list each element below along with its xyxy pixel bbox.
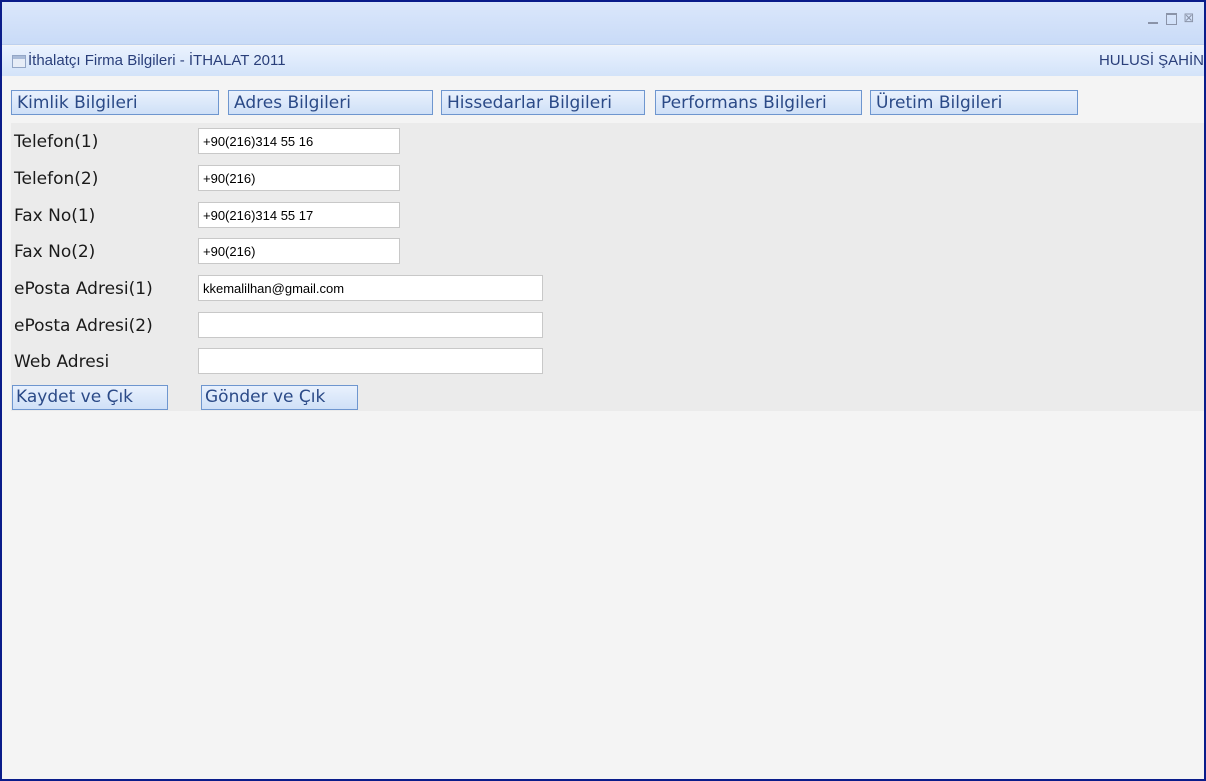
eposta-2-input[interactable] — [198, 312, 543, 338]
save-and-exit-button[interactable]: Kaydet ve Çık — [12, 385, 168, 410]
maximize-icon[interactable] — [1164, 12, 1178, 26]
app-window: ⊠ İthalatçı Firma Bilgileri - İTHALAT 20… — [0, 0, 1206, 781]
close-icon[interactable]: ⊠ — [1182, 12, 1196, 26]
send-and-exit-button[interactable]: Gönder ve Çık — [201, 385, 358, 410]
field-label: ePosta Adresi(2) — [14, 316, 153, 336]
tab-uretim-bilgileri[interactable]: Üretim Bilgileri — [870, 90, 1078, 115]
page-header: İthalatçı Firma Bilgileri - İTHALAT 2011… — [2, 46, 1204, 76]
field-label: Fax No(1) — [14, 206, 96, 226]
web-adresi-input[interactable] — [198, 348, 543, 374]
eposta-1-input[interactable] — [198, 275, 543, 301]
fax-2-input[interactable] — [198, 238, 400, 264]
window-titlebar: ⊠ — [2, 2, 1204, 45]
tab-performans-bilgileri[interactable]: Performans Bilgileri — [655, 90, 862, 115]
tab-hissedarlar-bilgileri[interactable]: Hissedarlar Bilgileri — [441, 90, 645, 115]
tab-kimlik-bilgileri[interactable]: Kimlik Bilgileri — [11, 90, 219, 115]
window-controls: ⊠ — [1146, 12, 1196, 26]
field-label: Web Adresi — [14, 352, 110, 372]
fax-1-input[interactable] — [198, 202, 400, 228]
field-label: Fax No(2) — [14, 242, 96, 262]
telefon-2-input[interactable] — [198, 165, 400, 191]
page-title: İthalatçı Firma Bilgileri - İTHALAT 2011 — [28, 52, 286, 69]
telefon-1-input[interactable] — [198, 128, 400, 154]
minimize-icon[interactable] — [1146, 12, 1160, 26]
field-label: Telefon(2) — [14, 169, 99, 189]
field-label: ePosta Adresi(1) — [14, 279, 153, 299]
contact-form: Telefon(1) Telefon(2) Fax No(1) Fax No(2… — [11, 123, 1204, 411]
field-label: Telefon(1) — [14, 132, 99, 152]
user-name: HULUSİ ŞAHİN — [1098, 52, 1204, 69]
tab-adres-bilgileri[interactable]: Adres Bilgileri — [228, 90, 433, 115]
window-icon — [12, 55, 26, 68]
